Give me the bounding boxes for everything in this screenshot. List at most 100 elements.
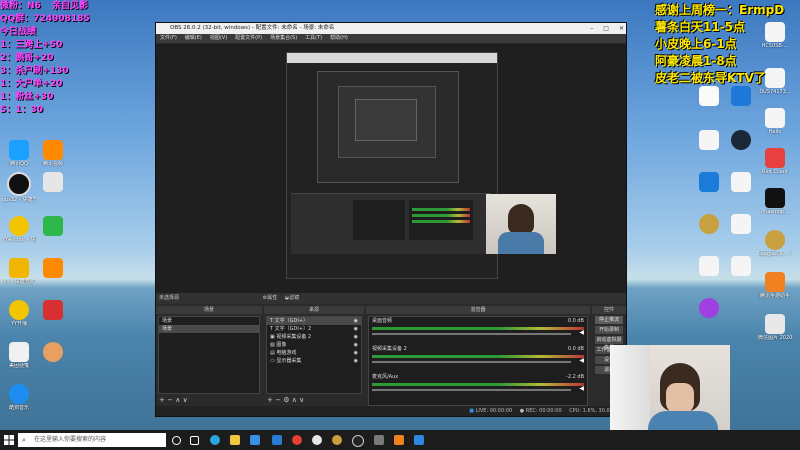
gear-icon[interactable]: ⚙ [283,396,289,404]
speaker-icon[interactable]: ◀ [579,385,584,392]
source-item[interactable]: T 文字（GDI+） ◉ [267,317,361,325]
desktop-icon[interactable]: YY - 快捷方式 [2,258,36,302]
desktop-icon[interactable] [724,256,758,300]
stop-streaming-button[interactable]: 停止推流 [595,316,623,324]
scene-item[interactable]: 场景 [159,325,259,333]
mail-icon[interactable] [272,435,282,445]
source-item[interactable]: ▤ 电脑游戏 ◉ [267,349,361,357]
up-icon[interactable]: ∧ [292,396,297,404]
eye-icon[interactable]: ◉ [354,317,361,325]
source-item[interactable]: ▭ 显示器采集 ◉ [267,357,361,365]
chrome-icon[interactable] [292,435,302,445]
volume-meter [372,327,584,330]
source-item[interactable]: ▣ 视频采集设备 2 ◉ [267,333,361,341]
obs-menu-bar: 文件(F) 编辑(E) 视图(V) 配置文件(P) 场景集合(S) 工具(T) … [156,34,626,43]
volume-slider[interactable]: ◀ [372,385,584,392]
edge-icon[interactable] [210,435,220,445]
speaker-icon[interactable]: ◀ [579,357,584,364]
properties-button[interactable]: ⚙属性 [263,295,278,301]
live-indicator-icon: ■ [469,408,475,414]
nested-docks [291,193,491,254]
desktop-icon[interactable] [692,130,726,174]
desktop-icon[interactable] [36,172,70,216]
desktop-icon[interactable] [36,258,70,302]
app-icon[interactable] [414,435,424,445]
desktop-icon[interactable]: 腾讯手游助手 [758,272,792,316]
desktop-icon[interactable] [692,172,726,216]
desktop-icon[interactable] [36,342,70,386]
desktop-icon[interactable]: YY开播 [2,300,36,344]
explorer-icon[interactable] [230,435,240,445]
eye-icon[interactable]: ◉ [354,349,361,357]
minimize-icon[interactable]: – [590,23,593,34]
eye-icon[interactable]: ◉ [354,357,361,365]
volume-slider[interactable]: ◀ [372,329,584,336]
taskbar-search-input[interactable]: ⌕ 在这里输入你要搜索的内容 [18,433,166,447]
add-icon[interactable]: + [267,396,273,404]
eye-icon[interactable]: ◉ [354,333,361,341]
desktop-icon[interactable]: 美团便笺 [2,342,36,386]
close-icon[interactable]: ✕ [619,23,624,34]
start-recording-button[interactable]: 开始录制 [595,326,623,334]
down-icon[interactable]: ∨ [183,396,188,404]
windows-start-icon[interactable] [4,435,14,445]
obs-taskbar-icon[interactable] [352,435,364,447]
desktop-icon[interactable]: 微信图片 2020101... [758,314,792,358]
remove-icon[interactable]: − [167,396,173,404]
desktop-icon[interactable]: Phasmop... [758,188,792,232]
desktop-icon[interactable]: LeagueCli... - 快捷方式 [758,230,792,274]
scenes-dock-title: 场景 [156,306,262,314]
down-icon[interactable]: ∨ [299,396,304,404]
store-icon[interactable] [250,435,260,445]
desktop-icon[interactable] [724,172,758,216]
menu-scene-collection[interactable]: 场景集合(S) [270,34,297,43]
up-icon[interactable]: ∧ [175,396,180,404]
mixer-dock: 混音器 桌面音频 0.0 dB ◀ 视频采集设备 2 0.0 dB ◀ 麦克风/Au… [366,306,590,406]
desktop-icon[interactable] [36,300,70,344]
document-icon [699,130,719,150]
desktop-icon[interactable] [692,298,726,342]
menu-profile[interactable]: 配置文件(P) [235,34,262,43]
obs-preview[interactable] [156,44,626,308]
scenes-toolbar: + − ∧ ∨ [156,396,262,404]
desktop-icon[interactable] [724,130,758,174]
desktop-icon[interactable]: obs32 - 快捷方式 [2,172,36,216]
nested-title-bar [287,53,497,63]
volume-slider[interactable]: ◀ [372,357,584,364]
task-view-icon[interactable] [190,436,199,445]
app-icon[interactable] [312,435,322,445]
virtual-camera-button[interactable]: 启动虚拟摄像机 [595,336,623,351]
desktop-icon[interactable]: 酷狗音乐 [2,384,36,428]
app-icon[interactable] [332,435,342,445]
desktop-icon[interactable] [692,214,726,258]
menu-help[interactable]: 帮助(H) [330,34,348,43]
menu-view[interactable]: 视图(V) [210,34,227,43]
mixer-list: 桌面音频 0.0 dB ◀ 视频采集设备 2 0.0 dB ◀ 麦克风/Aux -2.… [368,316,588,406]
desktop-icon[interactable]: YYAnchor - 快捷方式 [2,216,36,260]
desktop-icon[interactable]: Hello [758,108,792,152]
desktop-icon[interactable]: Riot Client [758,148,792,192]
speaker-icon[interactable]: ◀ [579,329,584,336]
scene-item[interactable]: 场景 [159,317,259,325]
filters-button[interactable]: ◒滤镜 [285,295,299,301]
maximize-icon[interactable]: □ [603,23,609,34]
app-icon[interactable] [374,435,384,445]
app-icon[interactable] [394,435,404,445]
source-item[interactable]: ▧ 图像 ◉ [267,341,361,349]
document-icon [699,256,719,276]
source-item[interactable]: T 文字（GDI+）2 ◉ [267,325,361,333]
menu-tools[interactable]: 工具(T) [305,34,322,43]
eye-icon[interactable]: ◉ [354,341,361,349]
menu-edit[interactable]: 编辑(E) [185,34,202,43]
menu-file[interactable]: 文件(F) [160,34,177,43]
desktop-icon[interactable] [692,256,726,300]
add-icon[interactable]: + [159,396,165,404]
remove-icon[interactable]: − [275,396,281,404]
desktop-icon[interactable] [724,214,758,258]
desktop-icon[interactable] [692,86,726,130]
cortana-icon[interactable] [172,436,181,445]
desktop-icon[interactable] [724,86,758,130]
document-icon [765,108,785,128]
eye-icon[interactable]: ◉ [354,325,361,333]
desktop-icon[interactable] [36,216,70,260]
